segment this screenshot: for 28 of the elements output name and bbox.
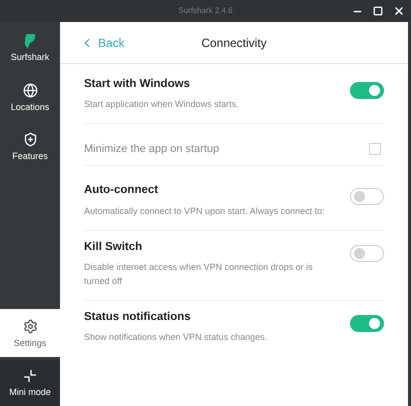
maximize-icon[interactable] bbox=[373, 6, 383, 16]
setting-title: Kill Switch bbox=[84, 240, 144, 254]
sidebar-item[interactable]: Mini mode bbox=[0, 360, 60, 406]
checkbox[interactable] bbox=[369, 142, 381, 155]
leaf-logo-icon bbox=[24, 34, 36, 48]
toggle-switch[interactable] bbox=[350, 188, 384, 206]
sidebar-item[interactable]: Settings bbox=[0, 309, 60, 357]
setting-title: Status notifications bbox=[84, 310, 192, 325]
setting-title: Auto-connect bbox=[84, 183, 160, 198]
toggle-switch[interactable] bbox=[350, 82, 384, 99]
setting-description: Show notifications when VPN status changes. bbox=[84, 331, 268, 344]
setting-description: Start application when Windows starts. bbox=[84, 98, 240, 112]
shield-icon bbox=[22, 132, 38, 146]
toggle-switch[interactable] bbox=[350, 244, 384, 262]
setting-description: Automatically connect to VPN upon start. Always connect to: bbox=[84, 204, 326, 218]
minimize-arrows-icon bbox=[23, 369, 37, 383]
settings-icon bbox=[22, 318, 38, 334]
setting-label: Minimize the app on startup bbox=[84, 142, 220, 156]
window-title: Surfshark 2.4.6 bbox=[178, 5, 233, 17]
page-title: Connectivity bbox=[201, 34, 267, 52]
sidebar-item[interactable]: Surfshark bbox=[0, 24, 60, 72]
sidebar-item[interactable]: Locations bbox=[0, 73, 60, 121]
close-icon[interactable] bbox=[393, 5, 405, 17]
sidebar-item[interactable]: Features bbox=[0, 122, 60, 170]
setting-description: Disable internet access when VPN connection drops or is turned off bbox=[84, 260, 314, 288]
toggle-switch[interactable] bbox=[350, 314, 384, 332]
globe-icon bbox=[22, 82, 38, 98]
setting-title: Start with Windows bbox=[84, 77, 191, 92]
